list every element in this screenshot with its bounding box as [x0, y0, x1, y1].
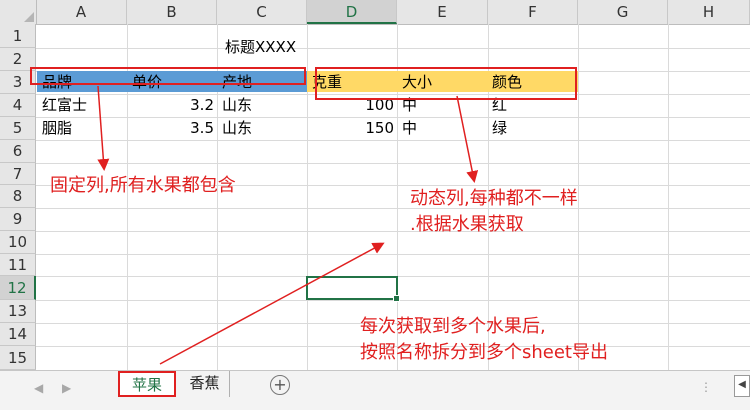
gridline: [36, 48, 750, 49]
row-header-7[interactable]: 7: [0, 163, 36, 185]
tab-split-handle[interactable]: ⋮: [700, 380, 712, 394]
data-cell[interactable]: 胭脂: [42, 117, 72, 139]
row-header-13[interactable]: 13: [0, 300, 36, 323]
next-sheet-icon[interactable]: ▶: [62, 381, 71, 395]
row-header-10[interactable]: 10: [0, 231, 36, 254]
column-header-bar: A B C D E F G H: [0, 0, 750, 25]
gridline: [668, 24, 669, 370]
gridline: [36, 231, 750, 232]
split-export-note-line2: 按照名称拆分到多个sheet导出: [360, 342, 608, 363]
data-cell[interactable]: 绿: [492, 117, 507, 139]
row-header-4[interactable]: 4: [0, 94, 36, 117]
row-header-8[interactable]: 8: [0, 185, 36, 208]
data-cell[interactable]: 山东: [222, 94, 252, 116]
data-cell[interactable]: 3.5: [130, 117, 214, 139]
select-all-corner[interactable]: [0, 0, 37, 24]
row-header-14[interactable]: 14: [0, 323, 36, 346]
column-header-d[interactable]: D: [307, 0, 397, 24]
column-header-h[interactable]: H: [668, 0, 750, 24]
row-header-1[interactable]: 1: [0, 24, 36, 48]
data-cell[interactable]: 3.2: [130, 94, 214, 116]
dynamic-columns-highlight: [315, 67, 577, 100]
column-header-f[interactable]: F: [488, 0, 578, 24]
gridline: [578, 24, 579, 370]
prev-sheet-icon[interactable]: ◀: [34, 381, 43, 395]
sheet-tab-bar: ◀ ▶ 苹果 香蕉 + ⋮ ◀: [0, 370, 750, 410]
sheet-tab-apple[interactable]: 苹果: [118, 371, 176, 397]
split-export-note-line1: 每次获取到多个水果后,: [360, 316, 546, 337]
column-header-g[interactable]: G: [578, 0, 668, 24]
dynamic-columns-note-line2: .根据水果获取: [410, 214, 524, 235]
row-header-15[interactable]: 15: [0, 346, 36, 370]
active-cell-d12[interactable]: [306, 276, 400, 302]
fixed-columns-note: 固定列,所有水果都包含: [50, 175, 236, 196]
scroll-left-icon[interactable]: ◀: [734, 375, 750, 397]
gridline: [36, 254, 750, 255]
gridline: [36, 140, 750, 141]
column-header-e[interactable]: E: [397, 0, 488, 24]
spreadsheet-grid[interactable]: A B C D E F G H 1 2 3 4 5 6 7 8 9 10 11 …: [0, 0, 750, 370]
add-sheet-icon[interactable]: +: [270, 375, 290, 395]
title-cell[interactable]: 标题XXXX: [225, 36, 296, 58]
row-header-11[interactable]: 11: [0, 254, 36, 276]
data-cell[interactable]: 山东: [222, 117, 252, 139]
gridline: [36, 208, 750, 209]
dynamic-columns-note-line1: 动态列,每种都不一样: [410, 188, 578, 209]
row-header-6[interactable]: 6: [0, 140, 36, 163]
data-cell[interactable]: 红富士: [42, 94, 87, 116]
data-cell[interactable]: 中: [402, 117, 417, 139]
row-header-12[interactable]: 12: [0, 276, 36, 300]
row-header-9[interactable]: 9: [0, 208, 36, 231]
fixed-columns-highlight: [30, 67, 306, 85]
row-header-5[interactable]: 5: [0, 117, 36, 140]
column-header-c[interactable]: C: [217, 0, 307, 24]
sheet-tab-banana[interactable]: 香蕉: [180, 371, 230, 397]
data-cell[interactable]: 150: [310, 117, 394, 139]
column-header-b[interactable]: B: [127, 0, 217, 24]
gridline: [36, 163, 750, 164]
column-header-a[interactable]: A: [36, 0, 127, 24]
